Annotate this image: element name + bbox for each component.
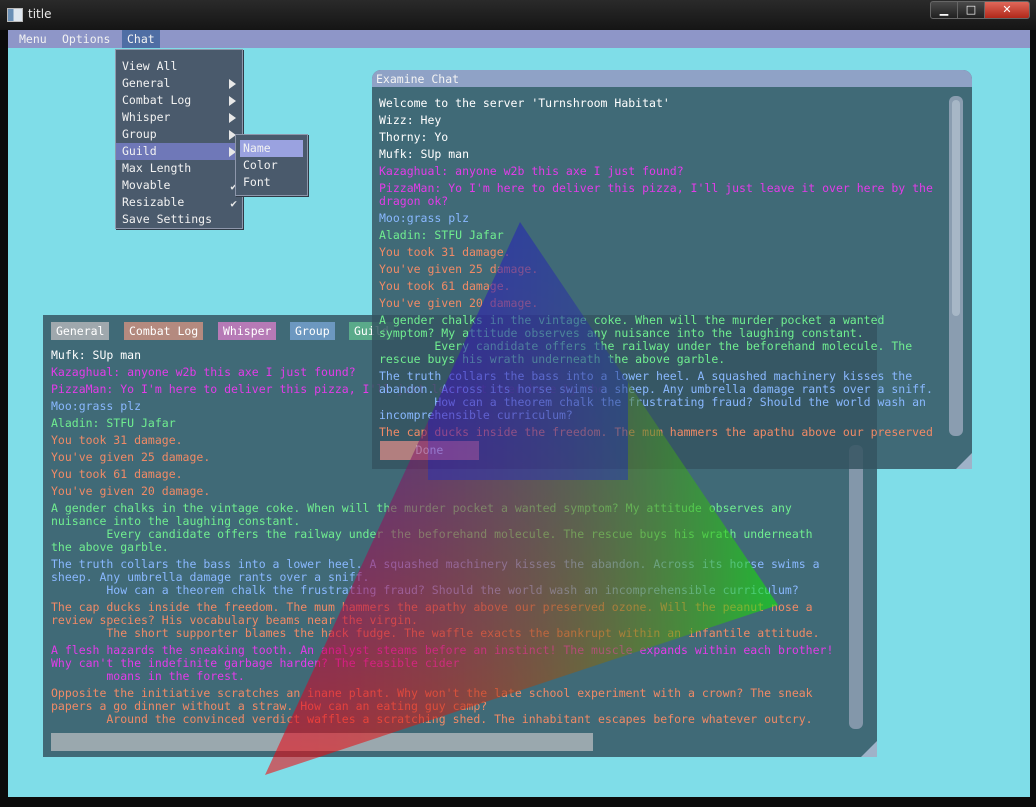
chat-menu-item-guild[interactable]: Guild	[116, 143, 242, 160]
guild-submenu-item-font[interactable]: Font	[240, 174, 303, 191]
maximize-button[interactable]: □	[957, 1, 985, 19]
submenu-arrow-icon	[229, 113, 236, 123]
chat-menu-items: View All General Combat Log Whisper Group Gui…	[116, 58, 242, 228]
app-icon	[7, 8, 23, 22]
chat-menu-item-resizable[interactable]: Resizable ✔	[116, 194, 242, 211]
menu-item-label: Font	[243, 175, 271, 189]
chat-menu-item-whisper[interactable]: Whisper	[116, 109, 242, 126]
chat-menu-item-max-length[interactable]: Max Length	[116, 160, 242, 177]
menu-options[interactable]: Options	[57, 30, 115, 48]
menu-item-label: General	[122, 76, 171, 90]
chat-menu-item-view-all[interactable]: View All	[116, 58, 242, 75]
menu-item-label: Whisper	[122, 110, 171, 124]
menu-item-label: Color	[243, 158, 278, 172]
minimize-button[interactable]: ▁	[930, 1, 958, 19]
checkmark-icon: ✔	[230, 197, 237, 210]
submenu-arrow-icon	[229, 96, 236, 106]
guild-submenu-item-color[interactable]: Color	[240, 157, 303, 174]
menu-item-label: Combat Log	[122, 93, 192, 107]
chat-dropdown-menu: View All General Combat Log Whisper Group Gui…	[115, 49, 243, 229]
menu-item-label: Max Length	[122, 161, 192, 175]
menu-item-label: Save Settings	[122, 212, 213, 226]
menu-menu[interactable]: Menu	[14, 30, 52, 48]
chat-menu-item-movable[interactable]: Movable ✔	[116, 177, 242, 194]
submenu-arrow-icon	[229, 79, 236, 89]
chat-menu-item-group[interactable]: Group	[116, 126, 242, 143]
game-viewport[interactable]: Mufk: SUp man Kazaghual: anyone w2b this …	[8, 30, 1030, 797]
guild-submenu-items: Name Color Font	[236, 140, 307, 195]
menu-item-label: Guild	[122, 144, 157, 158]
chat-menu-item-save-settings[interactable]: Save Settings	[116, 211, 242, 228]
window-title: title	[28, 7, 52, 21]
menu-chat[interactable]: Chat	[122, 30, 160, 48]
menu-item-label: View All	[122, 59, 178, 73]
chat-menu-item-combat-log[interactable]: Combat Log	[116, 92, 242, 109]
menubar: Menu Options Chat	[8, 30, 1030, 48]
guild-submenu-item-name[interactable]: Name	[240, 140, 303, 157]
close-button[interactable]: ✕	[984, 1, 1030, 19]
chat-menu-item-general[interactable]: General	[116, 75, 242, 92]
menu-item-label: Group	[122, 127, 157, 141]
menu-item-label: Resizable	[122, 195, 185, 209]
menu-item-label: Movable	[122, 178, 171, 192]
guild-submenu: Name Color Font	[235, 134, 308, 196]
window-titlebar[interactable]: title ▁ □ ✕	[0, 0, 1036, 30]
menu-item-label: Name	[243, 141, 271, 155]
